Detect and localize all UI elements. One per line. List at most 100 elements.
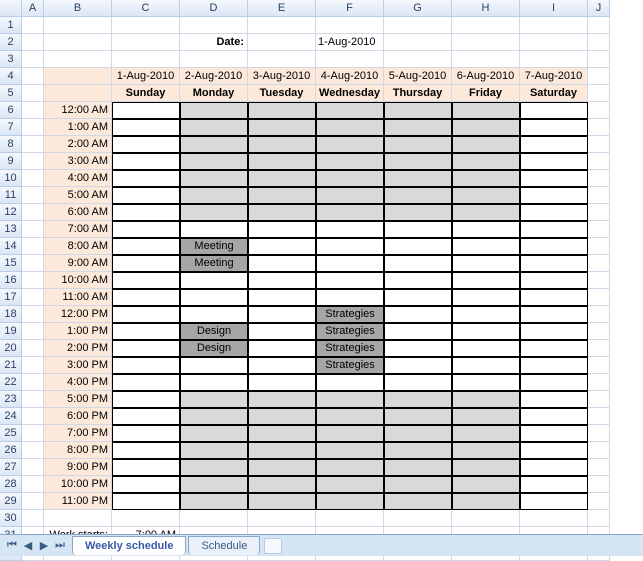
- sched-cell-d2-t10[interactable]: [248, 272, 316, 289]
- sched-cell-d1-t1[interactable]: [180, 119, 248, 136]
- sched-cell-d3-t8[interactable]: [316, 238, 384, 255]
- sched-cell-d0-t15[interactable]: [112, 357, 180, 374]
- sched-cell-d4-t21[interactable]: [384, 459, 452, 476]
- time-label-9[interactable]: 9:00 AM: [44, 255, 112, 272]
- row-header-9[interactable]: 9: [0, 153, 22, 170]
- row-header-7[interactable]: 7: [0, 119, 22, 136]
- sched-cell-d3-t20[interactable]: [316, 442, 384, 459]
- cell-A26[interactable]: [22, 442, 44, 459]
- cell-F1[interactable]: [316, 17, 384, 34]
- sched-cell-d5-t15[interactable]: [452, 357, 520, 374]
- time-label-4[interactable]: 4:00 AM: [44, 170, 112, 187]
- sched-cell-d1-t14[interactable]: Design: [180, 340, 248, 357]
- sched-cell-d2-t23[interactable]: [248, 493, 316, 510]
- tab-next-icon[interactable]: ▶: [37, 539, 51, 553]
- time-label-3[interactable]: 3:00 AM: [44, 153, 112, 170]
- sched-cell-d5-t19[interactable]: [452, 425, 520, 442]
- cell-C1[interactable]: [112, 17, 180, 34]
- col-date-5[interactable]: 6-Aug-2010: [452, 68, 520, 85]
- sched-cell-d0-t13[interactable]: [112, 323, 180, 340]
- time-label-16[interactable]: 4:00 PM: [44, 374, 112, 391]
- sched-cell-d4-t20[interactable]: [384, 442, 452, 459]
- sched-cell-d6-t20[interactable]: [520, 442, 588, 459]
- row-header-13[interactable]: 13: [0, 221, 22, 238]
- col-day-2[interactable]: Tuesday: [248, 85, 316, 102]
- cell-A14[interactable]: [22, 238, 44, 255]
- sched-cell-d0-t3[interactable]: [112, 153, 180, 170]
- tab-last-icon[interactable]: ⏭: [53, 539, 67, 553]
- sched-cell-d1-t22[interactable]: [180, 476, 248, 493]
- cell-D3[interactable]: [180, 51, 248, 68]
- time-label-6[interactable]: 6:00 AM: [44, 204, 112, 221]
- cell-E30[interactable]: [248, 510, 316, 527]
- sched-cell-d3-t10[interactable]: [316, 272, 384, 289]
- cell-A4[interactable]: [22, 68, 44, 85]
- sched-cell-d5-t13[interactable]: [452, 323, 520, 340]
- sched-cell-d4-t2[interactable]: [384, 136, 452, 153]
- sched-cell-d1-t0[interactable]: [180, 102, 248, 119]
- cell-J28[interactable]: [588, 476, 610, 493]
- sched-cell-d6-t4[interactable]: [520, 170, 588, 187]
- cell-G2[interactable]: [384, 34, 452, 51]
- sched-cell-d1-t5[interactable]: [180, 187, 248, 204]
- cell-A13[interactable]: [22, 221, 44, 238]
- sched-cell-d3-t16[interactable]: [316, 374, 384, 391]
- spreadsheet-grid[interactable]: ABCDEFGHIJ12Date:1-Aug-2010341-Aug-20102…: [0, 0, 643, 561]
- sched-cell-d6-t7[interactable]: [520, 221, 588, 238]
- sched-cell-d5-t22[interactable]: [452, 476, 520, 493]
- sched-cell-d1-t8[interactable]: Meeting: [180, 238, 248, 255]
- sched-cell-d6-t5[interactable]: [520, 187, 588, 204]
- sched-cell-d2-t12[interactable]: [248, 306, 316, 323]
- sched-cell-d2-t6[interactable]: [248, 204, 316, 221]
- sched-cell-d0-t10[interactable]: [112, 272, 180, 289]
- sched-cell-d0-t5[interactable]: [112, 187, 180, 204]
- cell-J17[interactable]: [588, 289, 610, 306]
- time-label-0[interactable]: 12:00 AM: [44, 102, 112, 119]
- cell-J9[interactable]: [588, 153, 610, 170]
- col-header-E[interactable]: E: [248, 0, 316, 17]
- sched-cell-d4-t1[interactable]: [384, 119, 452, 136]
- sched-cell-d3-t3[interactable]: [316, 153, 384, 170]
- time-label-10[interactable]: 10:00 AM: [44, 272, 112, 289]
- sched-cell-d2-t9[interactable]: [248, 255, 316, 272]
- sched-cell-d1-t17[interactable]: [180, 391, 248, 408]
- sched-cell-d5-t5[interactable]: [452, 187, 520, 204]
- sched-cell-d3-t22[interactable]: [316, 476, 384, 493]
- sched-cell-d3-t12[interactable]: Strategies: [316, 306, 384, 323]
- sched-cell-d4-t23[interactable]: [384, 493, 452, 510]
- sched-cell-d4-t5[interactable]: [384, 187, 452, 204]
- cell-H3[interactable]: [452, 51, 520, 68]
- cell-A1[interactable]: [22, 17, 44, 34]
- cell-J21[interactable]: [588, 357, 610, 374]
- cell-J23[interactable]: [588, 391, 610, 408]
- tab-weekly-schedule[interactable]: Weekly schedule: [72, 536, 186, 555]
- cell-A9[interactable]: [22, 153, 44, 170]
- row-header-14[interactable]: 14: [0, 238, 22, 255]
- sched-cell-d4-t8[interactable]: [384, 238, 452, 255]
- sched-cell-d4-t7[interactable]: [384, 221, 452, 238]
- sched-cell-d3-t17[interactable]: [316, 391, 384, 408]
- sched-cell-d6-t19[interactable]: [520, 425, 588, 442]
- sched-cell-d1-t15[interactable]: [180, 357, 248, 374]
- sched-cell-d0-t4[interactable]: [112, 170, 180, 187]
- row-header-29[interactable]: 29: [0, 493, 22, 510]
- col-day-6[interactable]: Saturday: [520, 85, 588, 102]
- row-header-16[interactable]: 16: [0, 272, 22, 289]
- sched-cell-d4-t11[interactable]: [384, 289, 452, 306]
- sched-cell-d3-t2[interactable]: [316, 136, 384, 153]
- sched-cell-d1-t7[interactable]: [180, 221, 248, 238]
- select-all-corner[interactable]: [0, 0, 22, 17]
- sched-cell-d4-t13[interactable]: [384, 323, 452, 340]
- cell-A24[interactable]: [22, 408, 44, 425]
- cell-C2[interactable]: [112, 34, 180, 51]
- tab-prev-icon[interactable]: ◀: [21, 539, 35, 553]
- sched-cell-d2-t11[interactable]: [248, 289, 316, 306]
- cell-F3[interactable]: [316, 51, 384, 68]
- sched-cell-d1-t6[interactable]: [180, 204, 248, 221]
- tab-first-icon[interactable]: ⏮: [5, 539, 19, 553]
- sched-cell-d1-t10[interactable]: [180, 272, 248, 289]
- sched-cell-d4-t16[interactable]: [384, 374, 452, 391]
- cell-A25[interactable]: [22, 425, 44, 442]
- sched-cell-d3-t23[interactable]: [316, 493, 384, 510]
- sched-cell-d4-t6[interactable]: [384, 204, 452, 221]
